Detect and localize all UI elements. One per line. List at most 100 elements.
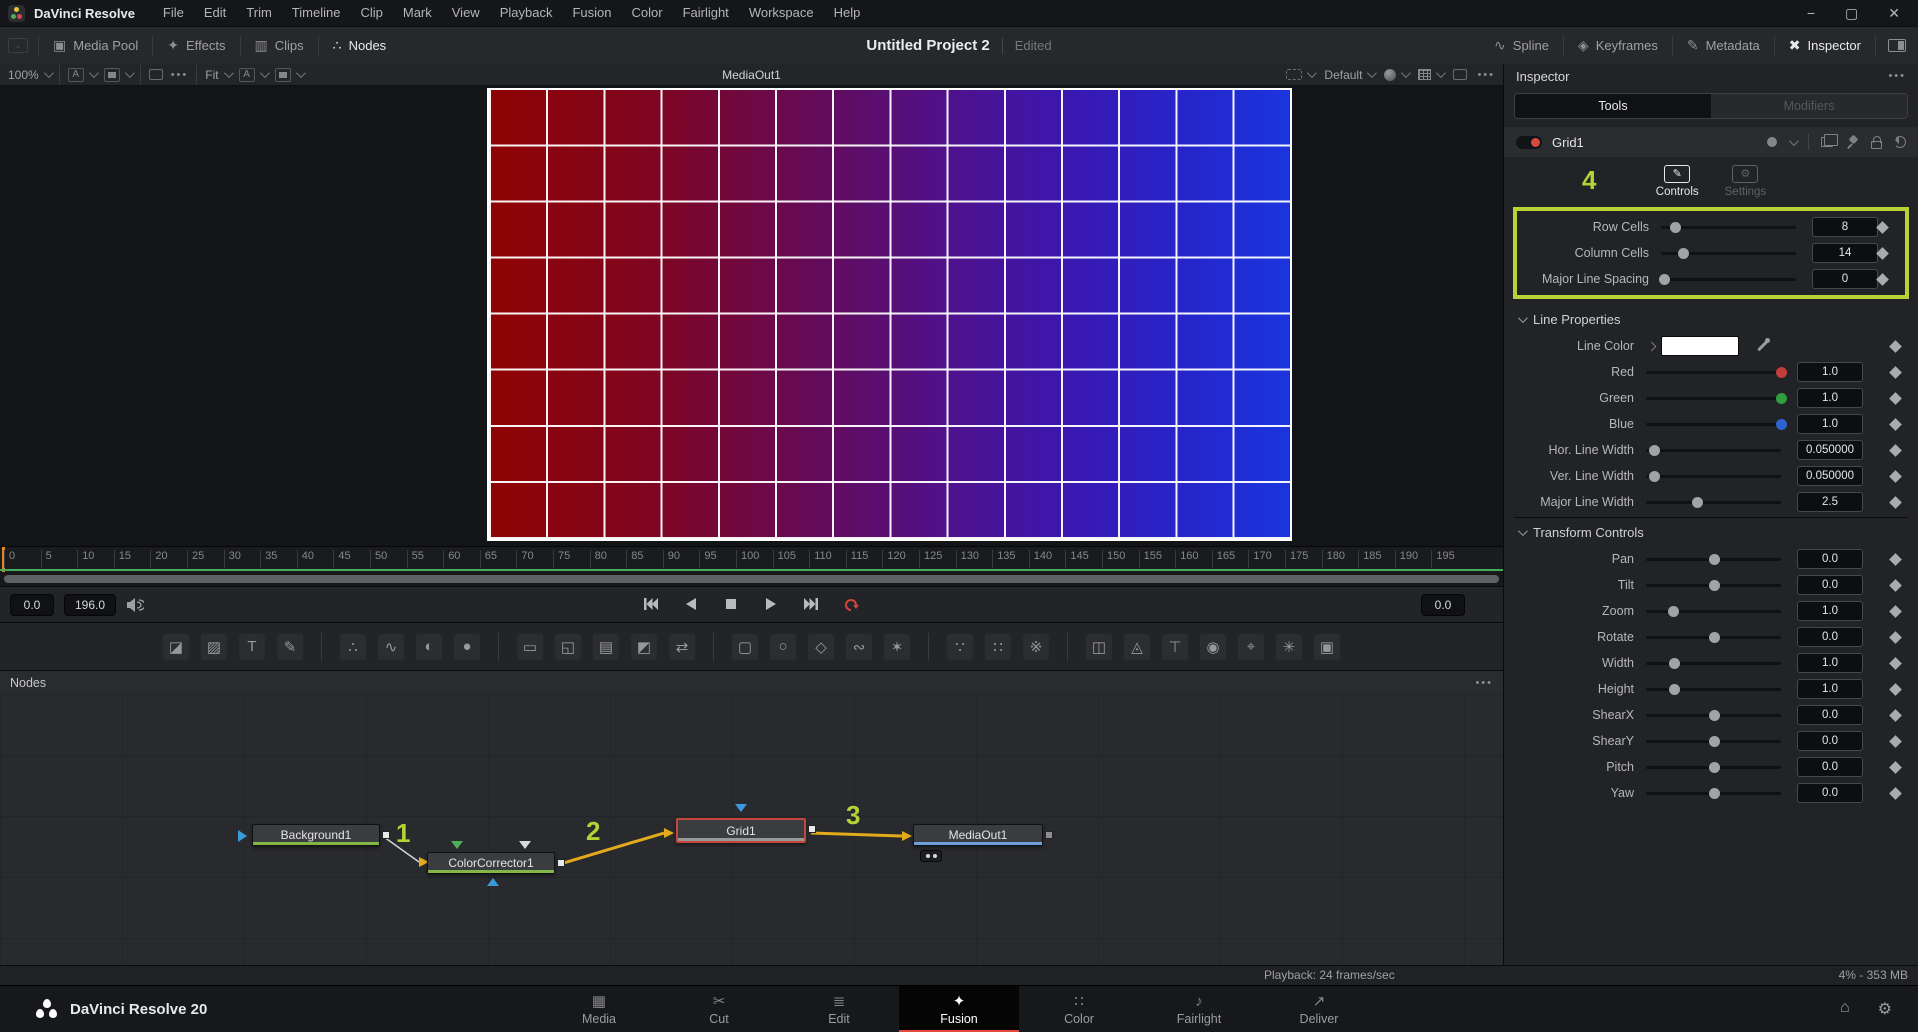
metadata-button[interactable]: ✎Metadata [1673,27,1774,64]
value-field[interactable]: 0.0 [1797,731,1863,751]
menu-workspace[interactable]: Workspace [739,0,824,26]
clips-button[interactable]: ▥Clips [241,27,318,64]
value-field[interactable]: 0.0 [1797,705,1863,725]
value-field[interactable]: 1.0 [1797,679,1863,699]
node-grid1[interactable]: Grid1 [676,818,806,843]
value-field[interactable]: 0 [1812,269,1878,289]
keyframe-diamond-icon[interactable] [1889,418,1902,431]
line-color-swatch[interactable] [1661,336,1739,356]
nodes-more-icon[interactable]: ••• [1475,677,1493,689]
fast-noise-icon[interactable]: ▨ [201,634,227,660]
viewer-grid-dropdown[interactable] [1418,69,1443,80]
magic-wand-mask-icon[interactable]: ✶ [884,634,910,660]
menu-timeline[interactable]: Timeline [282,0,351,26]
background-icon[interactable]: ◪ [163,634,189,660]
viewer-channel-a-dropdown[interactable]: A [68,68,96,82]
chevron-down-icon[interactable] [1789,136,1799,146]
node-output-port[interactable] [382,831,390,839]
value-field[interactable]: 1.0 [1797,601,1863,621]
menu-view[interactable]: View [442,0,490,26]
value-field[interactable]: 1.0 [1797,414,1863,434]
gear-icon[interactable]: ⚙ [1878,999,1892,1019]
value-field[interactable]: 0.0 [1797,783,1863,803]
particle-merge-icon[interactable]: ∷ [985,634,1011,660]
slider[interactable] [1646,766,1781,769]
copy-settings-icon[interactable] [1821,137,1833,147]
spline-button[interactable]: ∿Spline [1480,27,1563,64]
menu-edit[interactable]: Edit [194,0,236,26]
keyframe-diamond-icon[interactable] [1876,221,1889,234]
keyframe-diamond-icon[interactable] [1889,683,1902,696]
viewer-lut-dropdown[interactable]: Default [1324,68,1374,82]
menu-playback[interactable]: Playback [490,0,563,26]
subtab-controls[interactable]: ✎Controls [1656,165,1699,198]
page-tab-fairlight[interactable]: ♪Fairlight [1139,986,1259,1032]
viewer-more-icon[interactable]: ••• [1477,69,1495,81]
particle-emitter-icon[interactable]: ∵ [947,634,973,660]
value-field[interactable]: 0.0 [1797,627,1863,647]
section-header-transform-controls[interactable]: Transform Controls [1504,518,1918,546]
value-field[interactable]: 1.0 [1797,388,1863,408]
tab-tools[interactable]: Tools [1515,94,1711,118]
value-field[interactable]: 1.0 [1797,362,1863,382]
value-field[interactable]: 2.5 [1797,492,1863,512]
matte-control-icon[interactable]: ▤ [593,634,619,660]
first-frame-icon[interactable] [641,597,663,613]
reset-icon[interactable] [1894,136,1906,148]
viewer-canvas[interactable] [0,86,1503,546]
page-tab-edit[interactable]: ≣Edit [779,986,899,1032]
node-output-port[interactable] [808,825,816,833]
node-colorcorrector1[interactable]: ColorCorrector1 [427,852,555,874]
keyframe-diamond-icon[interactable] [1889,579,1902,592]
paint-icon[interactable]: ✎ [277,634,303,660]
ellipse-mask-icon[interactable]: ○ [770,634,796,660]
viewer2-buffer-dropdown[interactable] [275,68,303,82]
image-plane-3d-icon[interactable]: ◫ [1086,634,1112,660]
camera-3d-icon[interactable]: ⌖ [1238,634,1264,660]
polygon-mask-icon[interactable]: ◇ [808,634,834,660]
node-port-icon[interactable] [487,878,499,886]
keyframe-diamond-icon[interactable] [1889,709,1902,722]
node-output-port[interactable] [557,859,565,867]
slider[interactable] [1661,252,1796,255]
text-3d-icon[interactable]: ⊤ [1162,634,1188,660]
slider[interactable] [1646,714,1781,717]
menu-fairlight[interactable]: Fairlight [673,0,739,26]
node-port-icon[interactable] [519,841,531,849]
slider[interactable] [1661,226,1796,229]
page-tab-cut[interactable]: ✂Cut [659,986,779,1032]
page-tab-fusion[interactable]: ✦Fusion [899,986,1019,1032]
resize-icon[interactable]: ⇄ [669,634,695,660]
viewer-3d-view-dropdown[interactable] [1384,69,1408,81]
value-field[interactable]: 0.0 [1797,549,1863,569]
minimize-icon[interactable]: − [1807,5,1815,22]
spot-light-3d-icon[interactable]: ✳ [1276,634,1302,660]
loop-icon[interactable] [841,597,863,613]
keyframe-diamond-icon[interactable] [1889,761,1902,774]
node-port-icon[interactable] [735,804,747,812]
merge-3d-icon[interactable]: ◉ [1200,634,1226,660]
keyframe-diamond-icon[interactable] [1889,366,1902,379]
keyframe-diamond-icon[interactable] [1889,340,1902,353]
value-field[interactable]: 0.050000 [1797,466,1863,486]
value-field[interactable]: 8 [1812,217,1878,237]
subtab-settings[interactable]: ⚙Settings [1725,165,1767,198]
menu-fusion[interactable]: Fusion [562,0,621,26]
keyframes-button[interactable]: ◈Keyframes [1564,27,1672,64]
roi-icon[interactable] [149,69,163,80]
home-icon[interactable]: ⌂ [1840,999,1850,1019]
section-header-line-properties[interactable]: Line Properties [1504,305,1918,333]
node-mediaout1[interactable]: MediaOut1 [913,824,1043,846]
node-enable-toggle[interactable] [1516,136,1542,149]
chroma-keyer-icon[interactable]: ◩ [631,634,657,660]
inspector-button[interactable]: ✖Inspector [1775,27,1875,64]
keyframe-diamond-icon[interactable] [1889,496,1902,509]
slider[interactable] [1646,397,1781,400]
slider[interactable] [1646,792,1781,795]
menu-file[interactable]: File [153,0,194,26]
keyframe-diamond-icon[interactable] [1889,631,1902,644]
slider[interactable] [1661,278,1796,281]
shape-3d-icon[interactable]: ◬ [1124,634,1150,660]
renderer-3d-icon[interactable]: ▣ [1314,634,1340,660]
inspector-more-icon[interactable]: ••• [1888,70,1906,82]
